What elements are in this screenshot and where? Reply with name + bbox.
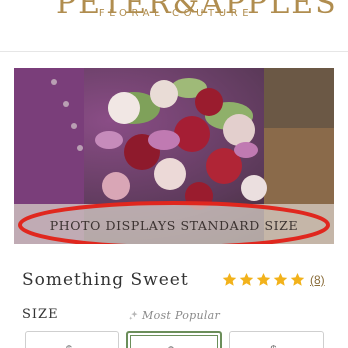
star-icon <box>273 272 288 286</box>
logo-tagline: FLORAL COUTURE <box>98 8 254 19</box>
review-count-link[interactable]: (8) <box>310 273 325 287</box>
hamburger-menu-icon[interactable] <box>312 0 334 8</box>
size-option-standard[interactable]: $.. <box>25 331 119 348</box>
size-option-premium[interactable]: $.. <box>229 331 324 348</box>
sparkle-icon <box>129 310 138 320</box>
star-icon <box>222 272 237 286</box>
product-photo[interactable]: PHOTO DISPLAYS STANDARD SIZE <box>14 68 334 244</box>
star-icon <box>239 272 254 286</box>
image-disclaimer: PHOTO DISPLAYS STANDARD SIZE <box>49 218 299 233</box>
size-option-deluxe[interactable]: $.. <box>126 331 222 348</box>
rating-stars[interactable] <box>222 272 305 287</box>
size-option-price: $.. <box>270 344 282 348</box>
size-option-price: $.. <box>66 344 78 348</box>
most-popular-label: Most Popular <box>142 309 221 322</box>
product-title: Something Sweet <box>22 270 189 290</box>
size-label: SIZE <box>22 307 59 322</box>
site-header: PETER&APPLES FLORAL COUTURE <box>0 0 348 52</box>
star-icon <box>256 272 271 286</box>
most-popular-badge: Most Popular <box>128 309 220 322</box>
star-icon <box>290 272 305 286</box>
